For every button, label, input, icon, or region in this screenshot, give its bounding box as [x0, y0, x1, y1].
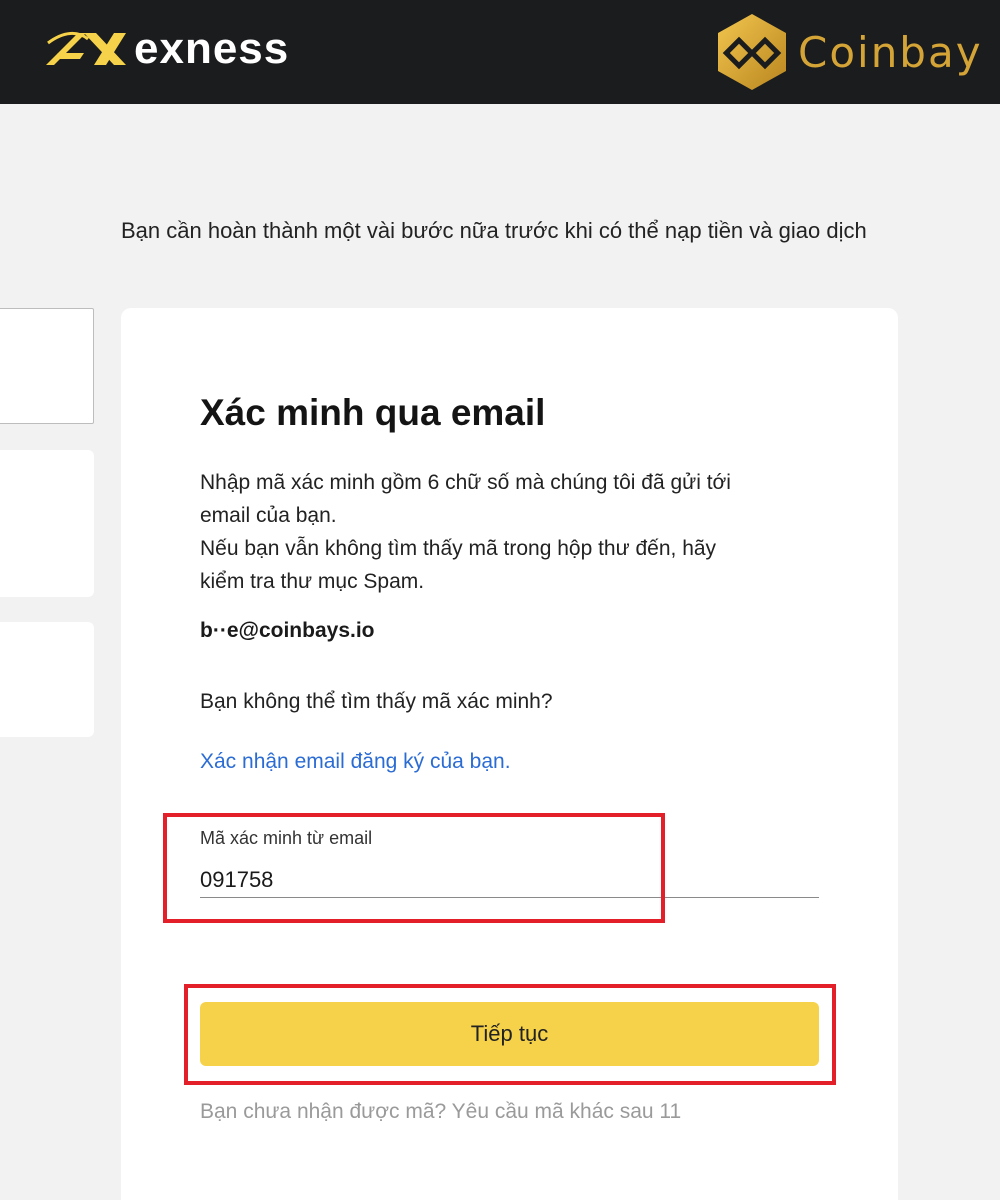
side-panel-step-1[interactable]	[0, 308, 94, 424]
side-panel-step-2[interactable]	[0, 450, 94, 597]
top-bar: exness Coinbay	[0, 0, 1000, 104]
description-line: email của bạn.	[200, 504, 337, 527]
description-line: Nếu bạn vẫn không tìm thấy mã trong hộp …	[200, 537, 717, 560]
masked-email: b··e@coinbays.io	[200, 619, 375, 642]
resend-code-text: Bạn chưa nhận được mã? Yêu cầu mã khác s…	[200, 1100, 682, 1123]
coinbay-logo[interactable]: Coinbay	[716, 12, 983, 92]
exness-logo-icon	[46, 32, 126, 65]
description-line: Nhập mã xác minh gồm 6 chữ số mà chúng t…	[200, 471, 731, 494]
confirm-email-link[interactable]: Xác nhận email đăng ký của bạn.	[200, 750, 511, 774]
coinbay-wordmark: Coinbay	[798, 27, 983, 77]
exness-wordmark: exness	[134, 24, 290, 73]
coinbay-hexagon-icon	[718, 14, 786, 90]
exness-logo[interactable]: exness	[44, 26, 289, 72]
verification-description: Nhập mã xác minh gồm 6 chữ số mà chúng t…	[200, 466, 820, 598]
code-field-highlight-box	[163, 813, 665, 923]
page-title: Xác minh qua email	[200, 392, 546, 433]
description-line: kiểm tra thư mục Spam.	[200, 570, 425, 593]
continue-button-highlight-box	[184, 984, 836, 1085]
side-panel-step-3[interactable]	[0, 622, 94, 737]
cant-find-code-text: Bạn không thể tìm thấy mã xác minh?	[200, 690, 553, 713]
intro-message: Bạn cần hoàn thành một vài bước nữa trướ…	[121, 218, 867, 243]
